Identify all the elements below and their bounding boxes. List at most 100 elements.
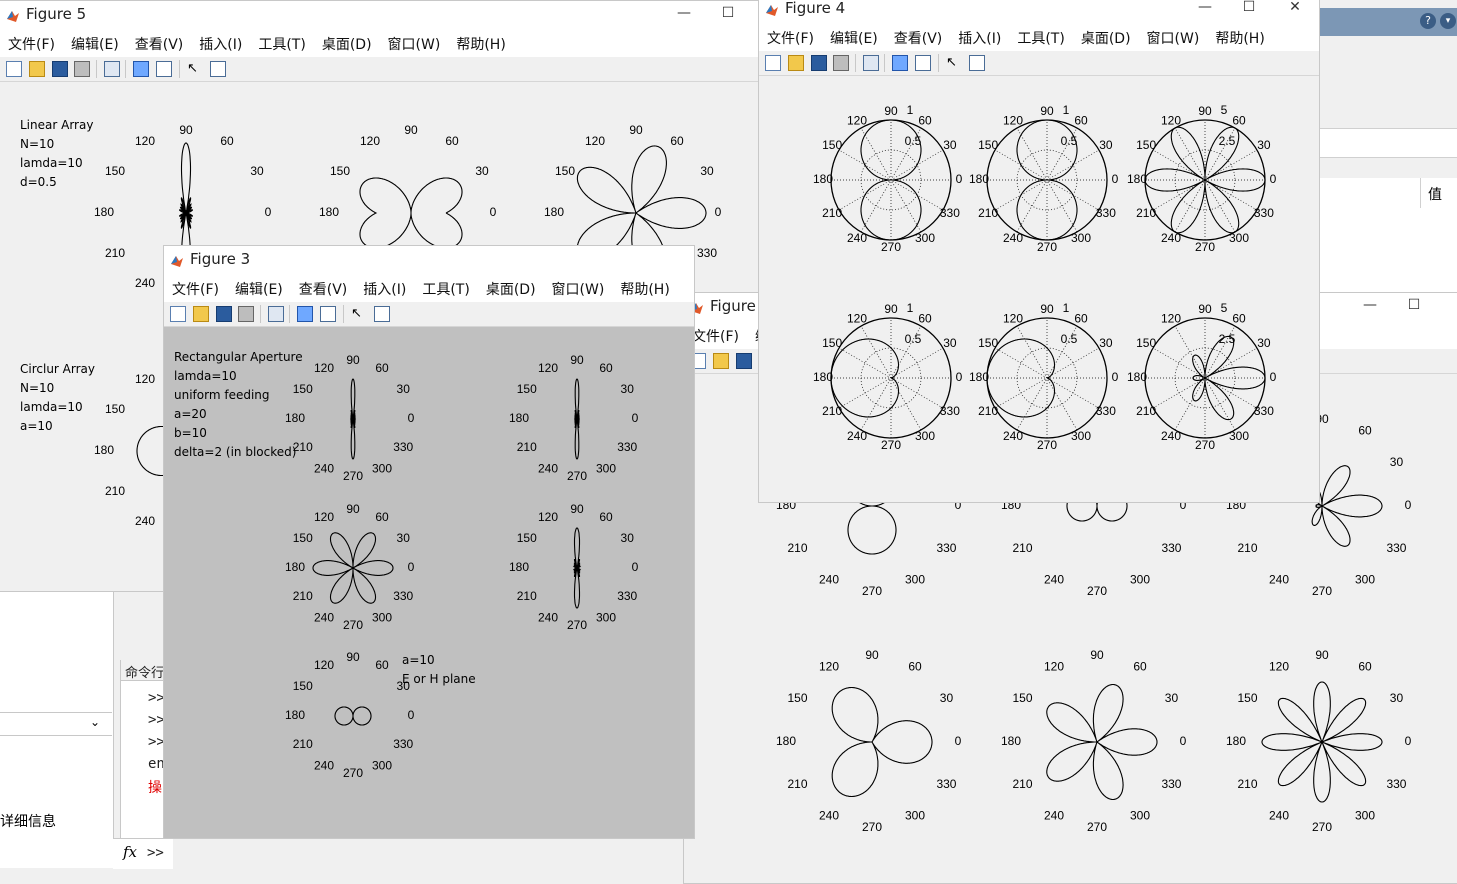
- figure3-window[interactable]: Figure 3 文件(F) 编辑(E) 查看(V) 插入(I) 工具(T) 桌面(D) 窗…: [163, 245, 695, 839]
- close-icon[interactable]: ✕: [1285, 0, 1305, 15]
- save-icon[interactable]: [52, 61, 68, 77]
- annotation-line: E or H plane: [402, 672, 476, 686]
- menu-item[interactable]: 桌面(D): [1073, 23, 1139, 48]
- menu-item[interactable]: 桌面(D): [314, 29, 380, 54]
- menu-item[interactable]: 桌面(D): [478, 274, 544, 299]
- details-label[interactable]: 详细信息: [0, 811, 56, 831]
- menu-item[interactable]: 插入(I): [950, 23, 1009, 48]
- figure4-titlebar[interactable]: Figure 4 — ☐ ✕: [759, 0, 1319, 23]
- colorbar-icon[interactable]: [297, 306, 313, 322]
- angle-tick-label: 150: [105, 402, 125, 416]
- fx-bar[interactable]: fx >>: [113, 838, 173, 869]
- property-inspector-icon[interactable]: [374, 306, 390, 322]
- radiation-pattern: [350, 378, 356, 460]
- matlab-logo-icon: [765, 2, 779, 16]
- chevron-down-icon[interactable]: ▾: [1440, 13, 1456, 29]
- folder-dropdown[interactable]: ⌄: [0, 712, 112, 736]
- menu-item[interactable]: 插入(I): [191, 29, 250, 54]
- angle-tick-label: 60: [375, 361, 389, 375]
- pointer-icon[interactable]: ↖: [351, 306, 367, 322]
- link-axes-icon[interactable]: [104, 61, 120, 77]
- menu-item[interactable]: 工具(T): [414, 274, 477, 299]
- angle-tick-label: 0: [408, 560, 415, 574]
- menu-item[interactable]: 查看(V): [886, 23, 951, 48]
- menu-item[interactable]: 文件(F): [164, 274, 227, 299]
- angle-tick-label: 0: [408, 708, 415, 722]
- open-folder-icon[interactable]: [713, 353, 729, 369]
- angle-tick-label: 270: [1087, 584, 1107, 598]
- angle-tick-label: 210: [517, 440, 537, 454]
- angle-tick-label: 0: [1180, 734, 1187, 748]
- link-axes-icon[interactable]: [863, 55, 879, 71]
- save-icon[interactable]: [216, 306, 232, 322]
- radiation-pattern: [574, 378, 580, 460]
- menu-item[interactable]: 帮助(H): [448, 29, 513, 54]
- menu-item[interactable]: 查看(V): [291, 274, 356, 299]
- help-icon[interactable]: ?: [1420, 13, 1436, 29]
- figure5-titlebar[interactable]: Figure 5 — ☐: [0, 1, 770, 29]
- menu-item[interactable]: 窗口(W): [380, 29, 449, 54]
- pointer-icon[interactable]: ↖: [946, 55, 962, 71]
- menu-item[interactable]: 编辑(E): [63, 29, 127, 54]
- minimize-icon[interactable]: —: [1195, 0, 1215, 15]
- legend-icon[interactable]: [320, 306, 336, 322]
- angle-tick-label: 150: [788, 691, 808, 705]
- menu-item[interactable]: 编辑(E): [822, 23, 886, 48]
- print-icon[interactable]: [74, 61, 90, 77]
- menu-item[interactable]: 工具(T): [1009, 23, 1072, 48]
- angle-tick-label: 0: [715, 205, 722, 219]
- angle-tick-label: 150: [1136, 336, 1156, 350]
- angle-tick-label: 270: [1037, 438, 1057, 452]
- minimize-icon[interactable]: —: [674, 5, 694, 21]
- angle-tick-label: 150: [822, 336, 842, 350]
- property-inspector-icon[interactable]: [210, 61, 226, 77]
- window-title: Figure 4: [785, 0, 846, 17]
- property-inspector-icon[interactable]: [969, 55, 985, 71]
- colorbar-icon[interactable]: [133, 61, 149, 77]
- maximize-icon[interactable]: ☐: [1239, 0, 1259, 15]
- angle-tick-label: 180: [509, 411, 529, 425]
- print-icon[interactable]: [238, 306, 254, 322]
- menu-item[interactable]: 查看(V): [127, 29, 192, 54]
- menu-item[interactable]: 文件(F): [0, 29, 63, 54]
- figure4-window[interactable]: Figure 4 — ☐ ✕ 文件(F) 编辑(E) 查看(V) 插入(I) 工具(T)…: [758, 0, 1320, 503]
- colorbar-icon[interactable]: [892, 55, 908, 71]
- menu-item[interactable]: 文件(F): [759, 23, 822, 48]
- legend-icon[interactable]: [915, 55, 931, 71]
- angle-tick-label: 0: [1270, 370, 1277, 384]
- new-file-icon[interactable]: [6, 61, 22, 77]
- minimize-icon[interactable]: —: [1360, 297, 1380, 313]
- open-folder-icon[interactable]: [788, 55, 804, 71]
- window-title: Figure 5: [26, 5, 87, 23]
- linear-array-notes: Linear Array N=10 lamda=10 d=0.5: [20, 116, 93, 192]
- open-folder-icon[interactable]: [193, 306, 209, 322]
- figure3-titlebar[interactable]: Figure 3: [164, 246, 694, 274]
- angle-tick-label: 270: [567, 618, 587, 632]
- value-column-header[interactable]: 值: [1428, 184, 1442, 204]
- menu-item[interactable]: 工具(T): [250, 29, 313, 54]
- angle-tick-label: 300: [1229, 429, 1249, 443]
- angle-tick-label: 90: [884, 302, 898, 316]
- menu-item[interactable]: 插入(I): [355, 274, 414, 299]
- angle-tick-label: 0: [408, 411, 415, 425]
- new-file-icon[interactable]: [765, 55, 781, 71]
- menu-item[interactable]: 窗口(W): [544, 274, 613, 299]
- maximize-icon[interactable]: ☐: [718, 5, 738, 21]
- pointer-icon[interactable]: ↖: [187, 61, 203, 77]
- legend-icon[interactable]: [156, 61, 172, 77]
- save-icon[interactable]: [736, 353, 752, 369]
- print-icon[interactable]: [833, 55, 849, 71]
- open-folder-icon[interactable]: [29, 61, 45, 77]
- save-icon[interactable]: [811, 55, 827, 71]
- link-axes-icon[interactable]: [268, 306, 284, 322]
- menu-item[interactable]: 帮助(H): [612, 274, 677, 299]
- menu-item[interactable]: 窗口(W): [1139, 23, 1208, 48]
- angle-tick-label: 270: [343, 618, 363, 632]
- maximize-icon[interactable]: ☐: [1404, 297, 1424, 313]
- radiation-pattern: [359, 177, 463, 249]
- angle-tick-label: 330: [617, 589, 637, 603]
- menu-item[interactable]: 帮助(H): [1207, 23, 1272, 48]
- angle-tick-label: 180: [285, 560, 305, 574]
- new-file-icon[interactable]: [170, 306, 186, 322]
- menu-item[interactable]: 编辑(E): [227, 274, 291, 299]
